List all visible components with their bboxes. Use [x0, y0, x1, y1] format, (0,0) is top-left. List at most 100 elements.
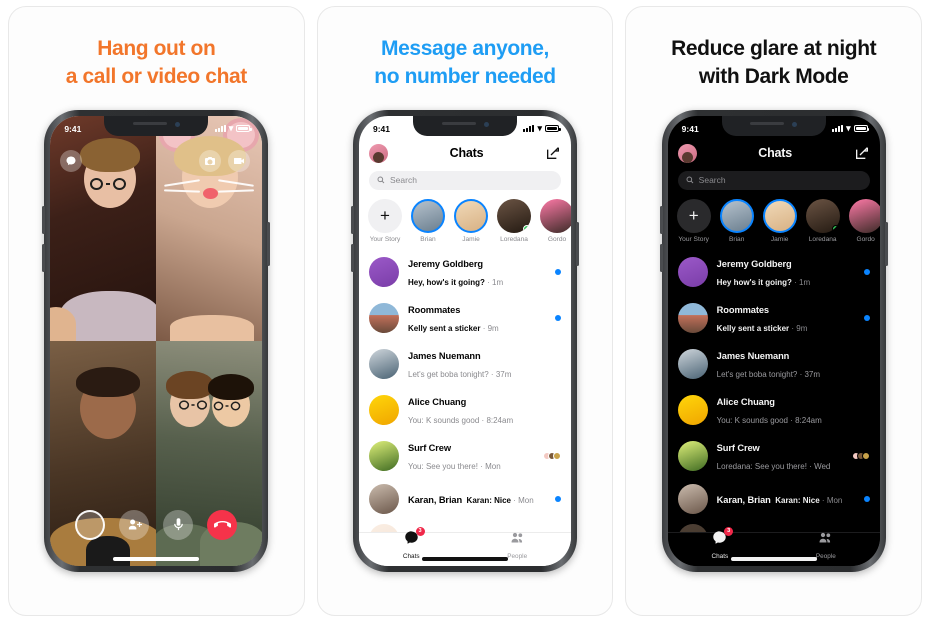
table-row[interactable]: Surf Crew Loredana: See you there! · Wed — [668, 433, 880, 479]
profile-avatar[interactable] — [369, 143, 388, 163]
battery-icon — [853, 125, 870, 133]
table-row[interactable]: Alice Chuang You: K sounds good · 8:24am — [668, 387, 880, 433]
table-row[interactable]: Jamie Chauntara — [668, 519, 880, 532]
story-item-loredana[interactable]: Loredana — [805, 198, 840, 243]
phone-notch — [104, 115, 209, 136]
tab-people[interactable]: People — [816, 530, 836, 563]
chat-name: Surf Crew — [716, 442, 760, 453]
seen-by-avatars — [851, 451, 870, 460]
end-call-button[interactable] — [207, 509, 238, 540]
earpiece-speaker — [441, 121, 476, 125]
phone-mockup-video-call: 9:41 ▾ — [42, 109, 271, 572]
add-story-icon[interactable]: + — [676, 198, 711, 233]
story-item-gordo[interactable]: Gordo — [540, 198, 571, 243]
table-row[interactable]: James Nuemann Let's get boba tonight? · … — [359, 341, 571, 387]
story-avatar[interactable] — [454, 198, 488, 233]
story-avatar[interactable] — [805, 198, 840, 233]
video-top-controls[interactable] — [199, 149, 251, 172]
story-item-jamie[interactable]: Jamie — [762, 198, 797, 243]
call-controls-bar[interactable] — [50, 509, 262, 540]
table-row[interactable]: Karan, Brian Karan: Nice · Mon — [668, 479, 880, 519]
table-row[interactable]: Jamie Chauntara — [359, 519, 571, 532]
compose-icon[interactable] — [545, 145, 561, 161]
app-header: Chats — [668, 140, 880, 165]
tab-chats[interactable]: 3 Chats — [403, 526, 425, 563]
phone-mockup-chat-light: 9:41 ▾ Chats Search + Your Story Brian J… — [351, 109, 579, 572]
story-item-brian[interactable]: Brian — [411, 198, 445, 243]
chat-preview: Hey how's it going? · 1m — [716, 277, 811, 287]
table-row[interactable]: Roommates Kelly sent a sticker · 9m — [668, 295, 880, 341]
chat-bubble-icon[interactable] — [60, 149, 83, 172]
screenshot-card-chat-list-light[interactable]: Message anyone, no number needed 9:41 ▾ — [316, 6, 614, 616]
profile-avatar[interactable] — [677, 143, 697, 163]
story-avatar[interactable] — [848, 198, 880, 233]
story-avatar[interactable] — [762, 198, 797, 233]
story-avatar[interactable] — [497, 198, 531, 233]
story-tray[interactable]: + Your Story Brian Jamie Loredana Gordo — [359, 190, 571, 247]
search-icon — [686, 176, 694, 184]
unread-indicator — [555, 495, 561, 502]
chat-name: Karan, Brian — [408, 494, 463, 505]
story-item-gordo[interactable]: Gordo — [848, 198, 880, 243]
camera-flip-icon[interactable] — [199, 149, 222, 172]
avatar — [369, 256, 399, 287]
app-header: Chats — [359, 140, 571, 165]
story-avatar[interactable] — [719, 198, 754, 233]
table-row[interactable]: Surf Crew You: See you there! · Mon — [359, 433, 571, 479]
shutter-button[interactable] — [75, 509, 106, 540]
video-camera-icon[interactable] — [228, 149, 251, 172]
power-button — [576, 221, 579, 266]
online-status-dot — [831, 224, 840, 233]
earpiece-speaker — [132, 121, 167, 125]
seen-by-avatars — [543, 451, 561, 460]
story-label: Gordo — [856, 235, 875, 243]
unread-indicator — [555, 314, 561, 321]
story-label: Loredana — [500, 235, 528, 243]
tab-chats[interactable]: 3 Chats — [712, 526, 734, 563]
compose-icon[interactable] — [854, 145, 870, 161]
card-headline-1: Hang out on a call or video chat — [66, 35, 247, 92]
chat-name: James Nuemann — [716, 350, 790, 361]
chat-list[interactable]: Jeremy Goldberg Hey how's it going? · 1m… — [668, 247, 880, 532]
tab-people[interactable]: People — [507, 530, 527, 563]
story-avatar[interactable] — [540, 198, 571, 233]
table-row[interactable]: James Nuemann Let's get boba tonight? · … — [668, 341, 880, 387]
power-button — [884, 221, 888, 266]
table-row[interactable]: Jeremy Goldberg Hey how's it going? · 1m — [668, 249, 880, 295]
add-story-icon[interactable]: + — [368, 198, 402, 233]
avatar — [677, 302, 708, 333]
chat-name: Surf Crew — [408, 442, 452, 453]
status-indicators: ▾ — [832, 124, 870, 133]
story-item-your-story[interactable]: + Your Story — [368, 198, 402, 243]
story-item-loredana[interactable]: Loredana — [497, 198, 531, 243]
mute-mic-button[interactable] — [163, 509, 194, 540]
table-row[interactable]: Alice Chuang You: K sounds good · 8:24am — [359, 387, 571, 433]
status-time: 9:41 — [64, 123, 82, 134]
story-label: Loredana — [808, 235, 837, 243]
story-item-brian[interactable]: Brian — [719, 198, 754, 243]
add-person-button[interactable] — [119, 509, 150, 540]
video-chat-bubble-control[interactable] — [60, 149, 83, 172]
screenshot-card-video-call[interactable]: Hang out on a call or video chat 9:41 ▾ — [8, 6, 305, 616]
chat-preview: You: K sounds good · 8:24am — [716, 415, 822, 425]
search-input[interactable]: Search — [677, 170, 870, 190]
chat-preview: Kelly sent a sticker · 9m — [716, 323, 808, 333]
unread-indicator — [555, 268, 561, 275]
avatar — [677, 483, 708, 514]
table-row[interactable]: Jeremy Goldberg Hey, how's it going? · 1… — [359, 249, 571, 295]
table-row[interactable]: Roommates Kelly sent a sticker · 9m — [359, 295, 571, 341]
search-input[interactable]: Search — [369, 170, 561, 190]
story-label: Your Story — [678, 235, 709, 243]
story-item-your-story[interactable]: + Your Story — [676, 198, 711, 243]
story-tray[interactable]: + Your Story Brian Jamie Loredana Gordo — [668, 190, 880, 247]
page-title: Chats — [449, 146, 484, 161]
story-item-jamie[interactable]: Jamie — [454, 198, 488, 243]
screenshot-card-chat-list-dark[interactable]: Reduce glare at night with Dark Mode 9:4… — [625, 6, 923, 616]
front-camera — [174, 121, 180, 127]
chat-list[interactable]: Jeremy Goldberg Hey, how's it going? · 1… — [359, 247, 571, 532]
cellular-signal-icon — [523, 124, 535, 133]
phone-notch — [721, 115, 826, 136]
story-avatar[interactable] — [411, 198, 445, 233]
avatar — [677, 256, 708, 287]
table-row[interactable]: Karan, Brian Karan: Nice · Mon — [359, 479, 571, 519]
